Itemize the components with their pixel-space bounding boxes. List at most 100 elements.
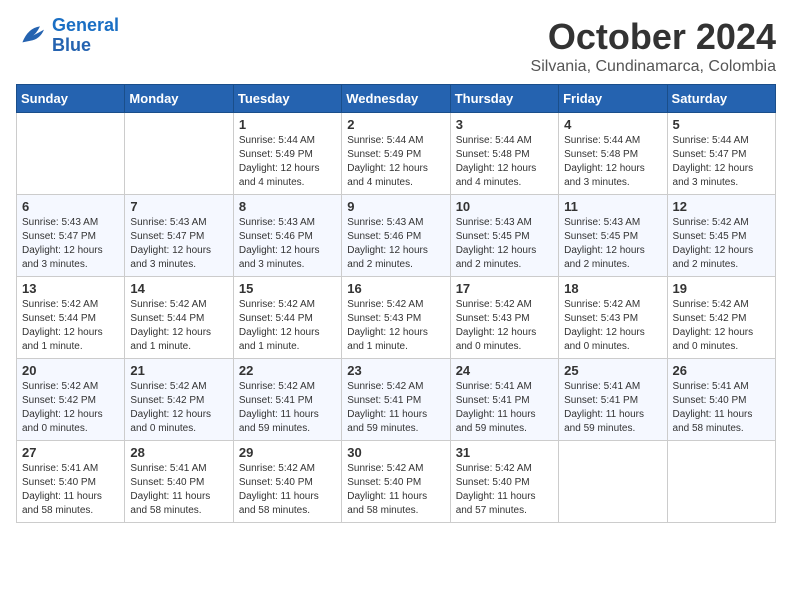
day-number: 13	[22, 281, 119, 296]
cell-info: Sunrise: 5:44 AM Sunset: 5:49 PM Dayligh…	[239, 134, 336, 190]
day-header-wednesday: Wednesday	[342, 85, 450, 113]
day-number: 5	[673, 117, 770, 132]
day-number: 27	[22, 445, 119, 460]
cell-info: Sunrise: 5:42 AM Sunset: 5:44 PM Dayligh…	[130, 298, 227, 354]
calendar-cell: 8 Sunrise: 5:43 AM Sunset: 5:46 PM Daylig…	[233, 195, 341, 277]
calendar-cell: 23 Sunrise: 5:42 AM Sunset: 5:41 PM Dayli…	[342, 359, 450, 441]
calendar-cell: 22 Sunrise: 5:42 AM Sunset: 5:41 PM Dayli…	[233, 359, 341, 441]
calendar-cell	[17, 113, 125, 195]
calendar-cell: 15Sunrise: 5:42 AM Sunset: 5:44 PM Dayli…	[233, 277, 341, 359]
day-number: 14	[130, 281, 227, 296]
cell-info: Sunrise: 5:42 AM Sunset: 5:42 PM Dayligh…	[22, 380, 119, 436]
logo-blue: Blue	[52, 35, 91, 55]
day-number: 1	[239, 117, 336, 132]
cell-info: Sunrise: 5:42 AM Sunset: 5:40 PM Dayligh…	[347, 462, 444, 518]
cell-info: Sunrise: 5:42 AM Sunset: 5:43 PM Dayligh…	[564, 298, 661, 354]
calendar-cell: 3 Sunrise: 5:44 AM Sunset: 5:48 PM Daylig…	[450, 113, 558, 195]
day-number: 28	[130, 445, 227, 460]
day-header-monday: Monday	[125, 85, 233, 113]
calendar-cell: 24 Sunrise: 5:41 AM Sunset: 5:41 PM Dayli…	[450, 359, 558, 441]
day-number: 12	[673, 199, 770, 214]
day-number: 16	[347, 281, 444, 296]
calendar-cell: 7Sunrise: 5:43 AM Sunset: 5:47 PM Daylig…	[125, 195, 233, 277]
day-number: 24	[456, 363, 553, 378]
day-header-tuesday: Tuesday	[233, 85, 341, 113]
cell-info: Sunrise: 5:42 AM Sunset: 5:40 PM Dayligh…	[239, 462, 336, 518]
cell-info: Sunrise: 5:43 AM Sunset: 5:46 PM Dayligh…	[347, 216, 444, 272]
calendar-cell: 9 Sunrise: 5:43 AM Sunset: 5:46 PM Daylig…	[342, 195, 450, 277]
day-header-friday: Friday	[559, 85, 667, 113]
day-number: 17	[456, 281, 553, 296]
calendar-cell: 20Sunrise: 5:42 AM Sunset: 5:42 PM Dayli…	[17, 359, 125, 441]
calendar-cell: 19 Sunrise: 5:42 AM Sunset: 5:42 PM Dayli…	[667, 277, 775, 359]
calendar-cell: 30 Sunrise: 5:42 AM Sunset: 5:40 PM Dayli…	[342, 441, 450, 523]
day-number: 30	[347, 445, 444, 460]
day-number: 11	[564, 199, 661, 214]
day-number: 22	[239, 363, 336, 378]
day-number: 6	[22, 199, 119, 214]
cell-info: Sunrise: 5:43 AM Sunset: 5:47 PM Dayligh…	[130, 216, 227, 272]
location-title: Silvania, Cundinamarca, Colombia	[531, 58, 776, 76]
calendar-cell: 28Sunrise: 5:41 AM Sunset: 5:40 PM Dayli…	[125, 441, 233, 523]
cell-info: Sunrise: 5:43 AM Sunset: 5:45 PM Dayligh…	[456, 216, 553, 272]
calendar-cell: 10Sunrise: 5:43 AM Sunset: 5:45 PM Dayli…	[450, 195, 558, 277]
cell-info: Sunrise: 5:44 AM Sunset: 5:49 PM Dayligh…	[347, 134, 444, 190]
day-number: 23	[347, 363, 444, 378]
calendar-cell: 5 Sunrise: 5:44 AM Sunset: 5:47 PM Daylig…	[667, 113, 775, 195]
cell-info: Sunrise: 5:42 AM Sunset: 5:41 PM Dayligh…	[239, 380, 336, 436]
calendar-cell: 11 Sunrise: 5:43 AM Sunset: 5:45 PM Dayli…	[559, 195, 667, 277]
cell-info: Sunrise: 5:41 AM Sunset: 5:40 PM Dayligh…	[22, 462, 119, 518]
cell-info: Sunrise: 5:41 AM Sunset: 5:40 PM Dayligh…	[673, 380, 770, 436]
week-row-3: 13 Sunrise: 5:42 AM Sunset: 5:44 PM Dayli…	[17, 277, 776, 359]
day-header-sunday: Sunday	[17, 85, 125, 113]
calendar-cell: 14 Sunrise: 5:42 AM Sunset: 5:44 PM Dayli…	[125, 277, 233, 359]
calendar-cell: 13 Sunrise: 5:42 AM Sunset: 5:44 PM Dayli…	[17, 277, 125, 359]
cell-info: Sunrise: 5:42 AM Sunset: 5:40 PM Dayligh…	[456, 462, 553, 518]
cell-info: Sunrise: 5:44 AM Sunset: 5:48 PM Dayligh…	[456, 134, 553, 190]
day-number: 31	[456, 445, 553, 460]
day-number: 25	[564, 363, 661, 378]
day-number: 3	[456, 117, 553, 132]
calendar-cell	[125, 113, 233, 195]
calendar-cell: 2 Sunrise: 5:44 AM Sunset: 5:49 PM Daylig…	[342, 113, 450, 195]
calendar-cell	[559, 441, 667, 523]
cell-info: Sunrise: 5:42 AM Sunset: 5:44 PM Dayligh…	[22, 298, 119, 354]
calendar-cell: 29 Sunrise: 5:42 AM Sunset: 5:40 PM Dayli…	[233, 441, 341, 523]
calendar-cell: 12 Sunrise: 5:42 AM Sunset: 5:45 PM Dayli…	[667, 195, 775, 277]
calendar-cell: 18Sunrise: 5:42 AM Sunset: 5:43 PM Dayli…	[559, 277, 667, 359]
day-number: 8	[239, 199, 336, 214]
page-header: General Blue October 2024 Silvania, Cund…	[16, 16, 776, 76]
cell-info: Sunrise: 5:43 AM Sunset: 5:46 PM Dayligh…	[239, 216, 336, 272]
calendar-cell	[667, 441, 775, 523]
cell-info: Sunrise: 5:42 AM Sunset: 5:44 PM Dayligh…	[239, 298, 336, 354]
cell-info: Sunrise: 5:42 AM Sunset: 5:43 PM Dayligh…	[347, 298, 444, 354]
month-title: October 2024	[531, 16, 776, 58]
day-number: 21	[130, 363, 227, 378]
cell-info: Sunrise: 5:43 AM Sunset: 5:45 PM Dayligh…	[564, 216, 661, 272]
cell-info: Sunrise: 5:44 AM Sunset: 5:47 PM Dayligh…	[673, 134, 770, 190]
calendar-cell: 25Sunrise: 5:41 AM Sunset: 5:41 PM Dayli…	[559, 359, 667, 441]
calendar-cell: 17Sunrise: 5:42 AM Sunset: 5:43 PM Dayli…	[450, 277, 558, 359]
day-number: 4	[564, 117, 661, 132]
day-number: 26	[673, 363, 770, 378]
logo-icon	[16, 20, 48, 52]
calendar-cell: 27 Sunrise: 5:41 AM Sunset: 5:40 PM Dayli…	[17, 441, 125, 523]
day-number: 2	[347, 117, 444, 132]
day-number: 19	[673, 281, 770, 296]
logo: General Blue	[16, 16, 119, 56]
cell-info: Sunrise: 5:42 AM Sunset: 5:42 PM Dayligh…	[130, 380, 227, 436]
calendar-cell: 1 Sunrise: 5:44 AM Sunset: 5:49 PM Daylig…	[233, 113, 341, 195]
calendar-cell: 31 Sunrise: 5:42 AM Sunset: 5:40 PM Dayli…	[450, 441, 558, 523]
week-row-5: 27 Sunrise: 5:41 AM Sunset: 5:40 PM Dayli…	[17, 441, 776, 523]
day-number: 9	[347, 199, 444, 214]
logo-general: General	[52, 15, 119, 35]
cell-info: Sunrise: 5:41 AM Sunset: 5:41 PM Dayligh…	[456, 380, 553, 436]
cell-info: Sunrise: 5:42 AM Sunset: 5:41 PM Dayligh…	[347, 380, 444, 436]
day-number: 29	[239, 445, 336, 460]
cell-info: Sunrise: 5:42 AM Sunset: 5:45 PM Dayligh…	[673, 216, 770, 272]
cell-info: Sunrise: 5:42 AM Sunset: 5:42 PM Dayligh…	[673, 298, 770, 354]
title-block: October 2024 Silvania, Cundinamarca, Col…	[531, 16, 776, 76]
calendar-table: SundayMondayTuesdayWednesdayThursdayFrid…	[16, 84, 776, 523]
day-header-thursday: Thursday	[450, 85, 558, 113]
week-row-4: 20Sunrise: 5:42 AM Sunset: 5:42 PM Dayli…	[17, 359, 776, 441]
